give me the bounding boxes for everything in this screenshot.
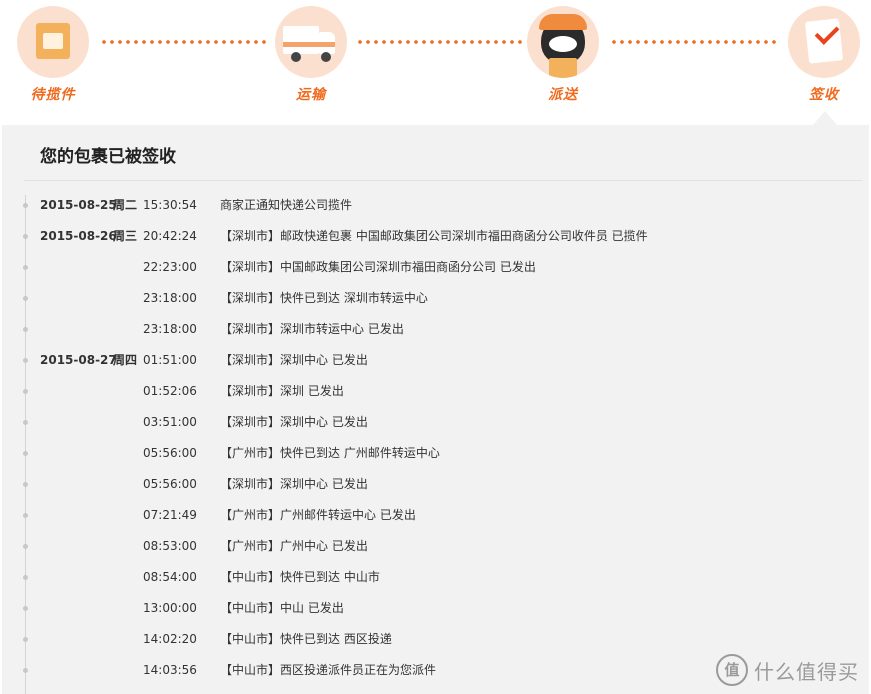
event-weekday: 周四 (113, 353, 138, 367)
event-time: 07:21:49 (143, 508, 197, 522)
progress-connector (610, 40, 776, 44)
tracking-row: 05:56:00 【深圳市】深圳中心 已发出 (2, 474, 869, 494)
event-time: 01:51:00 (143, 353, 197, 367)
event-description: 【深圳市】深圳中心 已发出 (220, 415, 368, 429)
parcel-icon (17, 6, 89, 78)
watermark-text: 什么值得买 (754, 659, 859, 684)
progress-connector (356, 40, 522, 44)
event-time: 22:23:00 (143, 260, 197, 274)
divider (24, 180, 862, 181)
watermark: 值 什么值得买 (716, 654, 859, 686)
timeline-dot (23, 389, 28, 394)
active-step-pointer (813, 111, 837, 125)
event-description: 【中山市】西区投递派件员正在为您派件 (220, 663, 437, 677)
tracking-row: 2015-08-27 周四 01:51:00 【深圳市】深圳中心 已发出 (2, 350, 869, 370)
event-time: 15:30:54 (143, 198, 197, 212)
step-label: 运输 (296, 87, 326, 103)
event-time: 05:56:00 (143, 446, 197, 460)
tracking-row: 05:56:00 【广州市】快件已到达 广州邮件转运中心 (2, 443, 869, 463)
timeline-dot (23, 296, 28, 301)
step-signed: 签收 (779, 6, 869, 104)
event-weekday: 周三 (113, 229, 138, 243)
event-description: 【深圳市】深圳市转运中心 已发出 (220, 322, 404, 336)
watermark-logo: 值 (716, 654, 748, 686)
step-delivering: 派送 (518, 6, 608, 104)
timeline-dot (23, 513, 28, 518)
event-description: 【广州市】广州中心 已发出 (220, 539, 368, 553)
progress-connector (100, 40, 268, 44)
event-description: 【深圳市】邮政快递包裹 中国邮政集团公司深圳市福田商函分公司收件员 已揽件 (220, 229, 648, 243)
step-in-transit: 运输 (266, 6, 356, 104)
tracking-panel: 您的包裹已被签收 2015-08-25 周二 15:30:54 商家正通知快递公司揽件… (2, 125, 869, 694)
tracking-row: 07:21:49 【广州市】广州邮件转运中心 已发出 (2, 505, 869, 525)
step-label: 待揽件 (30, 87, 76, 103)
timeline-dot (23, 358, 28, 363)
timeline-dot (23, 203, 28, 208)
step-label: 签收 (809, 87, 839, 103)
step-pending-pickup: 待揽件 (8, 6, 98, 104)
event-time: 14:02:20 (143, 632, 197, 646)
tracking-row: 08:53:00 【广州市】广州中心 已发出 (2, 536, 869, 556)
truck-icon (275, 6, 347, 78)
timeline-dot (23, 482, 28, 487)
event-time: 08:53:00 (143, 539, 197, 553)
event-description: 【中山市】快件已到达 西区投递 (220, 632, 392, 646)
tracking-row: 14:02:20 【中山市】快件已到达 西区投递 (2, 629, 869, 649)
timeline-dot (23, 606, 28, 611)
event-date: 2015-08-26 (40, 229, 117, 243)
event-time: 03:51:00 (143, 415, 197, 429)
event-date: 2015-08-25 (40, 198, 117, 212)
timeline-dot (23, 668, 28, 673)
tracking-row: 08:54:00 【中山市】快件已到达 中山市 (2, 567, 869, 587)
tracking-row: 03:51:00 【深圳市】深圳中心 已发出 (2, 412, 869, 432)
event-time: 01:52:06 (143, 384, 197, 398)
timeline-dot (23, 265, 28, 270)
timeline-dot (23, 637, 28, 642)
event-time: 23:18:00 (143, 291, 197, 305)
event-description: 【中山市】快件已到达 中山市 (220, 570, 380, 584)
tracking-row: 13:00:00 【中山市】中山 已发出 (2, 598, 869, 618)
event-description: 【广州市】快件已到达 广州邮件转运中心 (220, 446, 440, 460)
event-description: 【深圳市】快件已到达 深圳市转运中心 (220, 291, 428, 305)
event-description: 【中山市】中山 已发出 (220, 601, 344, 615)
event-description: 【深圳市】中国邮政集团公司深圳市福田商函分公司 已发出 (220, 260, 536, 274)
tracking-row: 22:23:00 【深圳市】中国邮政集团公司深圳市福田商函分公司 已发出 (2, 257, 869, 277)
event-time: 13:00:00 (143, 601, 197, 615)
event-time: 20:42:24 (143, 229, 197, 243)
tracking-row: 23:18:00 【深圳市】快件已到达 深圳市转运中心 (2, 288, 869, 308)
event-description: 【深圳市】深圳中心 已发出 (220, 477, 368, 491)
event-description: 【深圳市】深圳中心 已发出 (220, 353, 368, 367)
panel-title: 您的包裹已被签收 (40, 147, 176, 167)
tracking-row: 01:52:06 【深圳市】深圳 已发出 (2, 381, 869, 401)
event-time: 14:03:56 (143, 663, 197, 677)
courier-icon (527, 6, 599, 78)
event-description: 商家正通知快递公司揽件 (220, 198, 353, 212)
timeline-dot (23, 544, 28, 549)
step-label: 派送 (548, 87, 578, 103)
timeline-dot (23, 451, 28, 456)
progress-steps: 待揽件 运输 派送 签收 (0, 0, 871, 125)
event-time: 08:54:00 (143, 570, 197, 584)
event-description: 【深圳市】深圳 已发出 (220, 384, 344, 398)
tracking-row: 2015-08-25 周二 15:30:54 商家正通知快递公司揽件 (2, 195, 869, 215)
timeline-dot (23, 327, 28, 332)
event-date: 2015-08-27 (40, 353, 117, 367)
timeline-dot (23, 575, 28, 580)
timeline-dot (23, 234, 28, 239)
timeline-dot (23, 420, 28, 425)
tracking-row: 23:18:00 【深圳市】深圳市转运中心 已发出 (2, 319, 869, 339)
event-description: 【广州市】广州邮件转运中心 已发出 (220, 508, 416, 522)
signed-icon (788, 6, 860, 78)
tracking-row: 2015-08-26 周三 20:42:24 【深圳市】邮政快递包裹 中国邮政集团公司… (2, 226, 869, 246)
event-time: 05:56:00 (143, 477, 197, 491)
event-weekday: 周二 (113, 198, 138, 212)
event-time: 23:18:00 (143, 322, 197, 336)
